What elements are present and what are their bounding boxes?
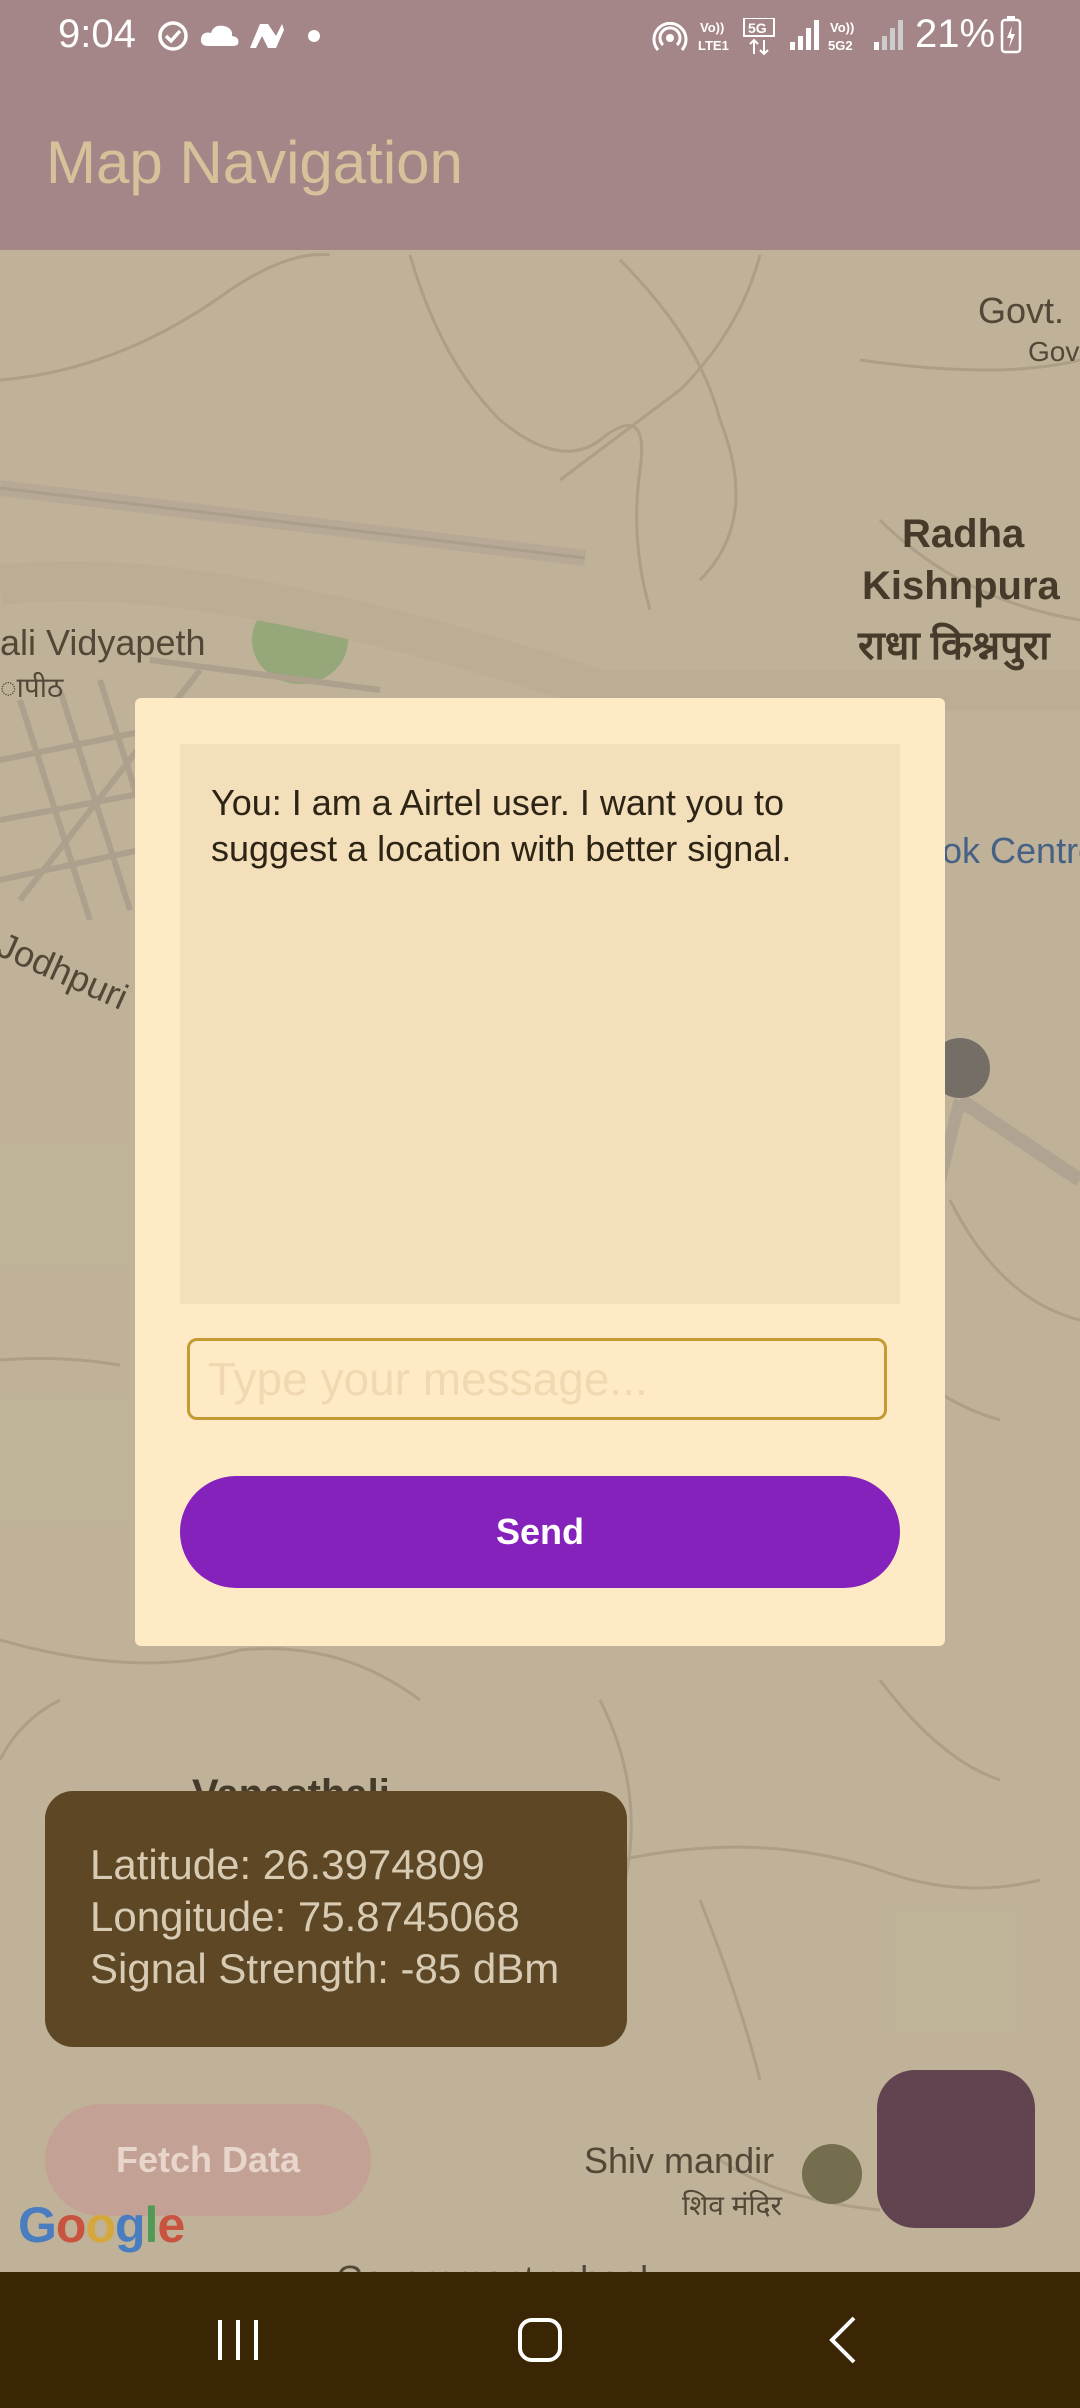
svg-text:Vo)): Vo)) <box>700 20 724 35</box>
temple-pin <box>802 2144 862 2204</box>
signal-icon <box>790 20 819 50</box>
battery-charging-icon <box>1000 16 1022 54</box>
svg-text:Vo)): Vo)) <box>830 20 854 35</box>
cloud-icon <box>200 25 239 46</box>
chat-dialog: You: I am a Airtel user. I want you to s… <box>135 698 945 1646</box>
status-time: 9:04 <box>58 12 136 56</box>
battery-percent: 21% <box>915 12 996 56</box>
map-label-govt2: Gov <box>1028 336 1080 367</box>
longitude-text: Longitude: 75.8745068 <box>90 1893 520 1940</box>
back-icon[interactable] <box>752 2272 932 2408</box>
map-label-book-centre: ok Centre <box>942 830 1080 871</box>
5g-icon: 5G <box>743 18 775 56</box>
map-label-shiv-mandir: Shiv mandir <box>584 2140 775 2181</box>
map-label-kishnpura: Kishnpura <box>862 564 1060 608</box>
recent-apps-icon[interactable] <box>148 2272 328 2408</box>
hotspot-icon <box>652 21 688 51</box>
dot-icon <box>308 30 320 42</box>
map-label-radha-hindi: राधा किश्नपुरा <box>858 624 1050 668</box>
status-bar: 9:04 Vo)) LTE1 5G Vo)) 5G2 21% <box>0 0 1080 70</box>
svg-text:LTE1: LTE1 <box>698 38 729 53</box>
app-icon <box>250 24 284 48</box>
signal-weak-icon <box>874 20 903 50</box>
floating-action-button[interactable] <box>877 2070 1035 2228</box>
map-label-vidyapeth-hindi: ापीठ <box>0 672 64 703</box>
latitude-text: Latitude: 26.3974809 <box>90 1841 485 1888</box>
map-label-shiv-mandir-hindi: शिव मंदिर <box>682 2190 782 2221</box>
signal-strength-text: Signal Strength: -85 dBm <box>90 1945 560 1992</box>
svg-text:5G: 5G <box>748 20 767 36</box>
home-icon[interactable] <box>450 2272 630 2408</box>
chat-message: You: I am a Airtel user. I want you to s… <box>211 782 792 869</box>
volte-lte1-icon: Vo)) LTE1 <box>698 20 729 53</box>
google-logo: Google <box>18 2197 185 2253</box>
message-input[interactable] <box>187 1338 887 1420</box>
map-label-radha: Radha <box>902 512 1025 556</box>
volte-5g2-icon: Vo)) 5G2 <box>828 20 854 53</box>
app-title: Map Navigation <box>46 129 463 196</box>
send-button[interactable]: Send <box>180 1476 900 1588</box>
map-label-vidyapeth: ali Vidyapeth <box>0 622 206 663</box>
check-circle-icon <box>158 21 188 51</box>
navigation-bar <box>0 2272 1080 2408</box>
map-label-govt: Govt. <box>978 290 1065 331</box>
chat-history[interactable]: You: I am a Airtel user. I want you to s… <box>180 744 900 1304</box>
svg-text:5G2: 5G2 <box>828 38 853 53</box>
location-info-card: Latitude: 26.3974809 Longitude: 75.87450… <box>45 1791 627 2047</box>
